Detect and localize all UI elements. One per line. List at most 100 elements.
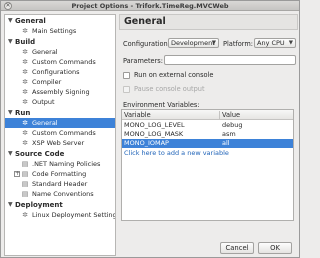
sidebar-item-label: General xyxy=(32,48,58,56)
table-row[interactable]: MONO_LOG_MASK asm xyxy=(122,130,293,139)
column-header-variable[interactable]: Variable xyxy=(124,110,151,120)
chevron-down-icon: ▼ xyxy=(288,40,293,46)
gear-icon: ✲ xyxy=(22,88,28,96)
sidebar-item-label: Code Formatting xyxy=(32,170,87,178)
section-label: Deployment xyxy=(15,201,63,209)
platform-dropdown[interactable]: Any CPU ▼ xyxy=(254,38,296,48)
sidebar-item-label: Name Conventions xyxy=(32,190,94,198)
variable-cell: MONO_LOG_LEVEL xyxy=(124,121,185,129)
gear-icon: ✲ xyxy=(22,27,28,35)
sidebar-item-label: Main Settings xyxy=(32,27,77,35)
parameters-field[interactable] xyxy=(164,55,296,65)
gear-icon: ✲ xyxy=(22,58,28,66)
sidebar-item-label: General xyxy=(32,119,58,127)
close-icon[interactable]: ✕ xyxy=(4,2,12,10)
sidebar-item-assembly-signing[interactable]: ✲ Assembly Signing xyxy=(5,87,115,97)
sidebar-item-xsp-web-server[interactable]: ✲ XSP Web Server xyxy=(5,138,115,148)
cancel-button[interactable]: Cancel xyxy=(220,242,254,254)
section-label: General xyxy=(15,17,46,25)
table-header: Variable Value xyxy=(122,110,293,120)
configuration-value: Development xyxy=(171,39,215,47)
configuration-label: Configuration: xyxy=(123,40,170,48)
column-header-value[interactable]: Value xyxy=(222,110,240,120)
sidebar-item-output[interactable]: ✲ Output xyxy=(5,97,115,107)
sidebar-item-compiler[interactable]: ✲ Compiler xyxy=(5,77,115,87)
sidebar-item-standard-header[interactable]: ▤ Standard Header xyxy=(5,179,115,189)
gear-icon: ✲ xyxy=(22,68,28,76)
value-cell: all xyxy=(222,139,230,147)
sidebar-item-label: Linux Deployment Settings xyxy=(32,211,116,219)
run-external-console-checkbox[interactable] xyxy=(123,72,130,79)
sidebar-item-linux-deployment[interactable]: ✲ Linux Deployment Settings xyxy=(5,210,115,220)
ok-button[interactable]: OK xyxy=(258,242,292,254)
sidebar-section-source-code[interactable]: ▼ Source Code xyxy=(5,149,115,159)
value-cell: debug xyxy=(222,121,243,129)
pause-console-output-label: Pause console output xyxy=(134,85,205,93)
platform-label: Platform: xyxy=(223,40,254,48)
sidebar-item-label: Standard Header xyxy=(32,180,88,188)
variable-cell: MONO_IOMAP xyxy=(124,139,169,147)
collapse-arrow-icon[interactable]: ▼ xyxy=(8,149,13,159)
sidebar-section-general[interactable]: ▼ General xyxy=(5,16,115,26)
environment-variables-table[interactable]: Variable Value MONO_LOG_LEVEL debug MONO… xyxy=(121,109,294,221)
sidebar-item-naming-policies[interactable]: ▤ .NET Naming Policies xyxy=(5,159,115,169)
document-icon: ▤ xyxy=(21,190,29,198)
sidebar-item-label: Output xyxy=(32,98,55,106)
expand-icon[interactable]: + xyxy=(14,171,20,177)
sidebar-item-label: .NET Naming Policies xyxy=(32,160,101,168)
sidebar-section-build[interactable]: ▼ Build xyxy=(5,37,115,47)
configuration-dropdown[interactable]: Development ▼ xyxy=(168,38,219,48)
document-icon: ▤ xyxy=(21,160,29,168)
section-label: Run xyxy=(15,109,31,117)
sidebar-item-main-settings[interactable]: ✲ Main Settings xyxy=(5,26,115,36)
platform-value: Any CPU xyxy=(257,39,285,47)
run-external-console-label: Run on external console xyxy=(134,71,214,79)
collapse-arrow-icon[interactable]: ▼ xyxy=(8,200,13,210)
sidebar-item-label: Assembly Signing xyxy=(32,88,90,96)
panel-title: General xyxy=(119,14,298,30)
gear-icon: ✲ xyxy=(22,48,28,56)
sidebar-section-run[interactable]: ▼ Run xyxy=(5,108,115,118)
gear-icon: ✲ xyxy=(22,129,28,137)
pause-console-output-checkbox[interactable] xyxy=(123,86,130,93)
environment-variables-label: Environment Variables: xyxy=(123,101,200,109)
collapse-arrow-icon[interactable]: ▼ xyxy=(8,37,13,47)
gear-icon: ✲ xyxy=(22,119,28,127)
gear-icon: ✲ xyxy=(22,78,28,86)
title-bar: ✕ Project Options - Trifork.TimeReg.MVCW… xyxy=(1,1,299,11)
sidebar-item-label: Custom Commands xyxy=(32,58,96,66)
chevron-down-icon: ▼ xyxy=(211,40,216,46)
sidebar-item-run-custom-commands[interactable]: ✲ Custom Commands xyxy=(5,128,115,138)
column-divider[interactable] xyxy=(219,111,220,119)
add-variable-link[interactable]: Click here to add a new variable xyxy=(124,149,229,157)
sidebar-item-build-general[interactable]: ✲ General xyxy=(5,47,115,57)
section-label: Build xyxy=(15,38,36,46)
options-panel: General Configuration: Development ▼ Pla… xyxy=(119,14,298,242)
table-row-selected[interactable]: MONO_IOMAP all xyxy=(122,139,293,148)
sidebar-item-label: Compiler xyxy=(32,78,62,86)
gear-icon: ✲ xyxy=(22,98,28,106)
options-sidebar: ▼ General ✲ Main Settings ▼ Build ✲ Gene… xyxy=(4,14,116,256)
collapse-arrow-icon[interactable]: ▼ xyxy=(8,16,13,26)
variable-cell: MONO_LOG_MASK xyxy=(124,130,184,138)
gear-icon: ✲ xyxy=(22,211,28,219)
sidebar-item-label: XSP Web Server xyxy=(32,139,85,147)
sidebar-item-label: Configurations xyxy=(32,68,80,76)
collapse-arrow-icon[interactable]: ▼ xyxy=(8,108,13,118)
document-icon: ▤ xyxy=(21,180,29,188)
value-cell: asm xyxy=(222,130,236,138)
sidebar-section-deployment[interactable]: ▼ Deployment xyxy=(5,200,115,210)
project-options-window: ✕ Project Options - Trifork.TimeReg.MVCW… xyxy=(0,0,300,258)
gear-icon: ✲ xyxy=(22,139,28,147)
sidebar-item-run-general[interactable]: ✲ General xyxy=(5,118,115,128)
sidebar-item-build-custom-commands[interactable]: ✲ Custom Commands xyxy=(5,57,115,67)
sidebar-item-name-conventions[interactable]: ▤ Name Conventions xyxy=(5,189,115,199)
document-icon: ▤ xyxy=(21,170,29,178)
window-title: Project Options - Trifork.TimeReg.MVCWeb xyxy=(71,2,229,10)
table-row[interactable]: MONO_LOG_LEVEL debug xyxy=(122,121,293,130)
section-label: Source Code xyxy=(15,150,65,158)
sidebar-item-configurations[interactable]: ✲ Configurations xyxy=(5,67,115,77)
parameters-label: Parameters: xyxy=(123,57,163,65)
sidebar-item-code-formatting[interactable]: + ▤ Code Formatting xyxy=(5,169,115,179)
sidebar-item-label: Custom Commands xyxy=(32,129,96,137)
